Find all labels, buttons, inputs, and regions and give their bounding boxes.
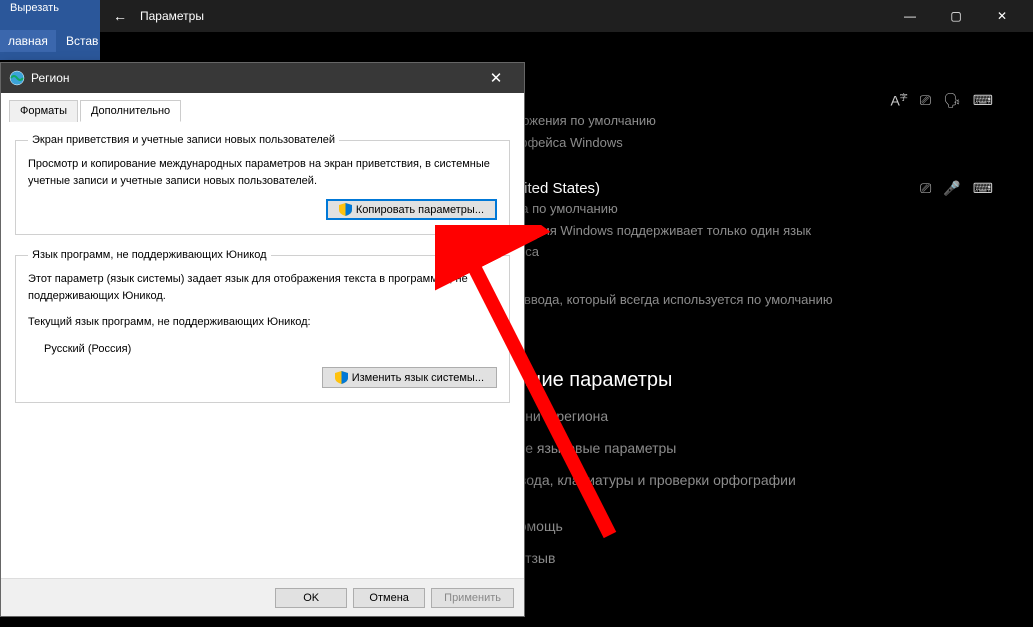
language-sub: нтерфейса Windows [500,133,1013,153]
settings-link-language[interactable]: вные языковые параметры [500,440,1013,456]
copy-settings-button[interactable]: Копировать параметры... [326,199,497,220]
current-locale-label: Текущий язык программ, не поддерживающих… [28,314,497,331]
ribbon-tab-home[interactable]: лавная [0,30,56,52]
language-sub: фейса [500,242,1013,262]
display-icon: ⎚ [920,180,931,197]
region-close-button[interactable]: ✕ [476,63,516,93]
button-label: Копировать параметры... [356,204,484,216]
group-legend: Язык программ, не поддерживающих Юникод [28,249,271,261]
close-button[interactable]: ✕ [979,0,1025,32]
font-icon: A字 [890,92,907,109]
back-button[interactable]: ← [108,4,132,28]
minimize-button[interactable]: — [887,0,933,32]
apply-button[interactable]: Применить [431,588,514,608]
region-dialog-footer: OK Отмена Применить [1,578,524,616]
settings-titlebar: ← Параметры — ▢ ✕ [100,0,1033,32]
settings-link-help[interactable]: ь помощь [500,518,1013,534]
language-sub: лицензия Windows поддерживает только оди… [500,221,1013,241]
tab-advanced[interactable]: Дополнительно [80,100,181,122]
change-system-locale-button[interactable]: Изменить язык системы... [322,367,497,388]
shield-icon [339,203,352,216]
language-sub: вода по умолчанию [500,199,1013,219]
region-dialog-title: Регион [31,71,70,85]
keyboard-icon: ⌨ [973,92,993,109]
language-sub: риложения по умолчанию [500,111,1013,131]
input-method-hint: тод ввода, который всегда используется п… [500,290,1013,310]
settings-link-feedback[interactable]: ть отзыв [500,550,1013,566]
cancel-button[interactable]: Отмена [353,588,425,608]
region-tabs: Форматы Дополнительно [1,93,524,122]
keyboard-icon: ⌨ [973,180,993,197]
section-heading: ующие параметры [500,369,1013,392]
settings-link-region[interactable]: емени и региона [500,408,1013,424]
display-icon: ⎚ [920,92,931,109]
tab-content-advanced: Экран приветствия и учетные записи новых… [1,122,524,429]
welcome-screen-group: Экран приветствия и учетные записи новых… [15,134,510,235]
region-titlebar[interactable]: Регион ✕ [1,63,524,93]
current-locale-value: Русский (Россия) [44,341,497,358]
tab-formats[interactable]: Форматы [9,100,78,122]
button-label: Изменить язык системы... [352,372,484,384]
group-legend: Экран приветствия и учетные записи новых… [28,134,339,146]
non-unicode-group: Язык программ, не поддерживающих Юникод … [15,249,510,403]
mic-icon: 🎤 [943,180,960,197]
tts-icon: 🗣 [943,92,961,109]
region-dialog: Регион ✕ Форматы Дополнительно Экран при… [0,62,525,617]
shield-icon [335,371,348,384]
globe-icon [9,70,25,86]
group-description: Этот параметр (язык системы) задает язык… [28,271,497,304]
cut-command[interactable]: Вырезать [6,0,63,16]
word-ribbon-fragment: Вырезать лавная Встав [0,0,100,60]
group-description: Просмотр и копирование международных пар… [28,156,497,189]
ok-button[interactable]: OK [275,588,347,608]
maximize-button[interactable]: ▢ [933,0,979,32]
settings-link-input[interactable]: я ввода, клавиатуры и проверки орфографи… [500,472,1013,488]
settings-title: Параметры [140,9,204,23]
